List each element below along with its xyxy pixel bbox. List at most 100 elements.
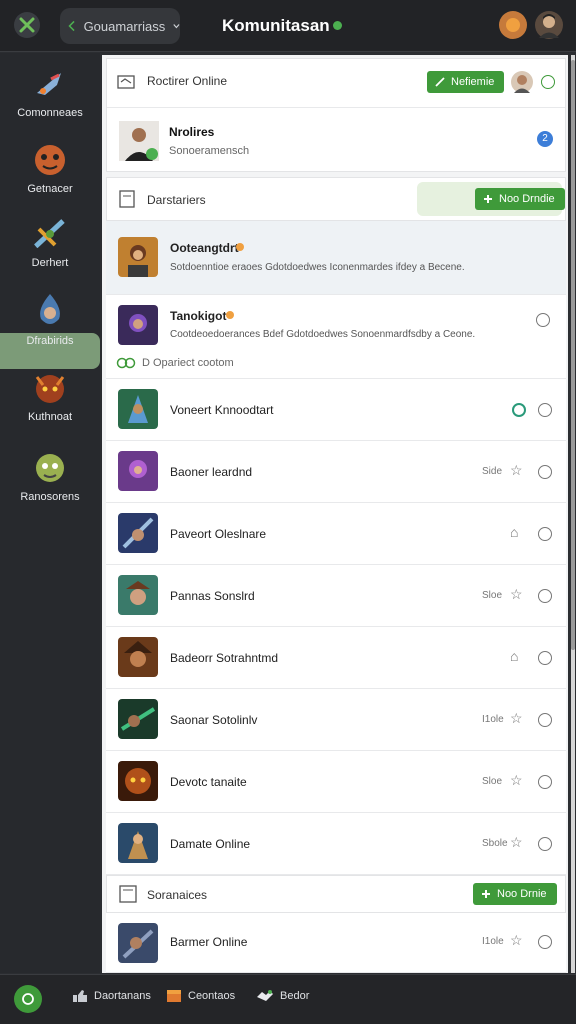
chevron-left-icon [68, 20, 75, 32]
featured-item[interactable]: Tanokigot Cootdeoedoerances Bdef Gdotdoe… [106, 295, 566, 379]
star-icon[interactable]: ☆ [510, 932, 523, 949]
main-content: Roctirer Online Nefiemie Nrolires Sonoer… [102, 55, 568, 973]
chat-icon[interactable] [14, 985, 42, 1013]
item-meta: Side [482, 466, 503, 477]
button-label: Noo Drnie [497, 888, 547, 900]
star-icon[interactable]: ☆ [510, 772, 523, 789]
chevron-down-icon [173, 24, 180, 29]
sidebar: Comonneaes Getnacer Derhert Dfrabirids K… [0, 53, 100, 973]
section-title: Soranaices [147, 888, 208, 902]
game-thumbnail [118, 637, 158, 677]
chest-icon [167, 990, 181, 1002]
page-title-text: Komunitasan [222, 16, 330, 35]
soranaices-header: Soranaices Noo Drnie [106, 875, 566, 913]
item-name: Pannas Sonslrd [170, 589, 255, 603]
scrollbar-thumb[interactable] [571, 60, 575, 650]
chevron-circle-icon[interactable] [538, 465, 552, 479]
list-item[interactable]: Damate Online Sbole ☆ [106, 813, 566, 875]
notification-badge: 2 [537, 131, 553, 147]
game-thumbnail [118, 389, 158, 429]
status-circle-icon[interactable] [541, 75, 555, 89]
chevron-circle-icon[interactable] [538, 589, 552, 603]
plus-icon [482, 890, 490, 898]
user-avatar[interactable] [535, 11, 563, 39]
bottom-nav-ceontaos[interactable]: Ceontaos [166, 989, 235, 1003]
item-meta: Sbole [482, 838, 508, 849]
list-item[interactable]: Saonar Sotolinlv I1ole ☆ [106, 689, 566, 751]
button-label: Nefiemie [451, 76, 495, 88]
chevron-circle-icon[interactable] [538, 935, 552, 949]
bottom-bar: Daortanans Ceontaos Bedor [0, 974, 576, 1024]
star-icon[interactable]: ☆ [510, 586, 523, 603]
chevron-circle-icon[interactable] [538, 403, 552, 417]
game-thumbnail [118, 823, 158, 863]
handshake-icon [257, 990, 273, 1001]
x-logo-icon[interactable] [14, 12, 40, 38]
chevron-circle-icon[interactable] [536, 313, 550, 327]
button-label: Noo Drndie [499, 193, 555, 205]
sidebar-item-getnacer[interactable]: Getnacer [0, 139, 100, 215]
item-meta: I1ole [482, 714, 504, 725]
sidebar-item-ranosorens[interactable]: Ranosorens [0, 447, 100, 523]
avatar[interactable] [511, 71, 533, 93]
list-item[interactable]: Paveort Oleslnare ⌂ [106, 503, 566, 565]
bottom-nav-label: Ceontaos [188, 990, 236, 1002]
game-thumbnail [118, 923, 158, 963]
thumbs-icon [73, 990, 87, 1002]
sidebar-item-label: Kuthnoat [27, 411, 73, 423]
section-title: Roctirer Online [147, 74, 228, 88]
star-icon[interactable]: ☆ [510, 710, 523, 727]
sidebar-item-comonneaes[interactable]: Comonneaes [0, 63, 100, 139]
weapon-icon [33, 219, 65, 249]
page-title: Komunitasan [222, 16, 342, 36]
list-item[interactable]: Pannas Sonslrd Sloe ☆ [106, 565, 566, 627]
item-name: Damate Online [170, 837, 251, 851]
list-item[interactable]: Barmer Online I1ole ☆ [106, 913, 566, 973]
list-item[interactable]: Voneert Knnoodtart [106, 379, 566, 441]
item-meta: Sloe [482, 776, 503, 787]
badge-dot-icon [236, 243, 244, 251]
chevron-circle-icon[interactable] [538, 837, 552, 851]
list-item[interactable]: Devotc tanaite Sloe ☆ [106, 751, 566, 813]
notification-icon[interactable] [499, 11, 527, 39]
folder-icon [117, 75, 135, 89]
add-button[interactable]: Noo Drnie [473, 883, 557, 905]
game-thumbnail [118, 237, 158, 277]
chevron-circle-icon[interactable] [538, 775, 552, 789]
sidebar-item-dfrabirids-label[interactable]: Dfrabirids [0, 333, 100, 369]
chevron-circle-icon[interactable] [538, 651, 552, 665]
featured-item[interactable]: Ooteangtdrt Sotdoenntioe eraoes Gdotdoed… [106, 221, 566, 295]
game-thumbnail [118, 451, 158, 491]
sidebar-item-kuthnoat[interactable]: Kuthnoat [0, 367, 100, 443]
nefiemie-button[interactable]: Nefiemie [427, 71, 505, 93]
star-icon[interactable]: ☆ [510, 462, 523, 479]
bottom-nav-bedor[interactable]: Bedor [256, 989, 309, 1003]
item-name: Voneert Knnoodtart [170, 403, 274, 417]
item-name: Ooteangtdrt [170, 241, 239, 255]
back-label: Gouamarriass [83, 18, 166, 34]
online-circle-icon[interactable] [512, 403, 526, 417]
game-thumbnail [118, 699, 158, 739]
back-button[interactable]: Gouamarriass [60, 8, 180, 44]
sidebar-item-derhert[interactable]: Derhert [0, 213, 100, 289]
mask-icon [35, 145, 65, 175]
game-thumbnail [118, 575, 158, 615]
bottom-nav-daortanans[interactable]: Daortanans [72, 989, 151, 1003]
bottom-nav-label: Daortanans [94, 990, 151, 1002]
list-item[interactable]: Baoner leardnd Side ☆ [106, 441, 566, 503]
star-icon[interactable]: ☆ [510, 834, 523, 851]
list-item[interactable]: Badeorr Sotrahntmd ⌂ [106, 627, 566, 689]
bottom-nav-label: Bedor [280, 990, 310, 1002]
goblin-icon [36, 454, 64, 482]
sidebar-item-dfrabirids[interactable] [0, 289, 100, 335]
chevron-circle-icon[interactable] [538, 713, 552, 727]
list-icon [119, 885, 137, 903]
badge-dot-icon [226, 311, 234, 319]
droplet-hero-icon [40, 294, 60, 324]
add-button[interactable]: Noo Drndie [475, 188, 565, 210]
list-icon [119, 190, 135, 208]
bookmark-icon[interactable]: ⌂ [510, 648, 518, 664]
bookmark-icon[interactable]: ⌂ [510, 524, 518, 540]
chevron-circle-icon[interactable] [538, 527, 552, 541]
section-title: Darstariers [147, 193, 206, 207]
